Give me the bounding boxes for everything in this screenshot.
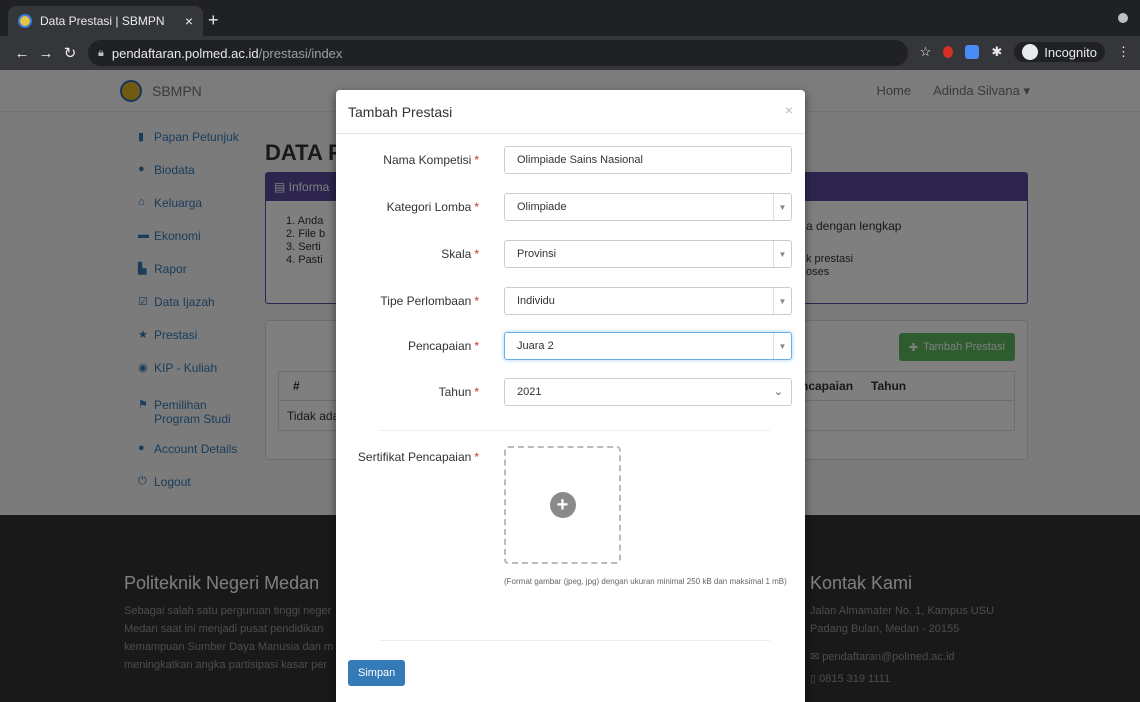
extension-icon[interactable] <box>943 46 954 58</box>
lock-icon: 🔒︎ <box>98 46 104 59</box>
plus-circle-icon: + <box>549 492 576 518</box>
menu-icon[interactable]: ⋮ <box>1117 44 1130 60</box>
reload-icon[interactable]: ↻ <box>58 44 82 62</box>
incognito-badge[interactable]: Incognito <box>1014 42 1105 62</box>
browser-tab[interactable]: Data Prestasi | SBMPN × <box>8 6 203 36</box>
incognito-label: Incognito <box>1044 44 1097 60</box>
modal-title: Tambah Prestasi <box>348 104 453 120</box>
record-icon[interactable] <box>1118 13 1128 23</box>
chevron-down-icon: ⌄ <box>773 386 783 398</box>
field-label: Sertifikat Pencapaian * <box>358 450 479 464</box>
url-path: /prestasi/index <box>258 45 343 61</box>
select-value: Juara 2 <box>517 340 554 352</box>
modal-header: Tambah Prestasi × <box>336 90 805 134</box>
required-mark: * <box>474 385 479 399</box>
field-label: Nama Kompetisi * <box>383 153 479 167</box>
tipe-perlombaan-select[interactable]: Individu ▼ <box>504 287 792 315</box>
extension-icon[interactable] <box>965 45 980 59</box>
tahun-select[interactable]: 2021 ⌄ <box>504 378 792 406</box>
page: SBMPN Home Adinda Silvana ▾ ▮Papan Petun… <box>0 70 1140 702</box>
label-text: Tipe Perlombaan <box>380 294 472 308</box>
required-mark: * <box>474 153 479 167</box>
form-row-kategori-lomba: Kategori Lomba * Olimpiade ▼ <box>336 193 805 221</box>
input-value: Olimpiade Sains Nasional <box>517 154 643 166</box>
certificate-upload-dropzone[interactable]: + <box>504 446 621 564</box>
tab-close-icon[interactable]: × <box>185 13 193 29</box>
label-text: Sertifikat Pencapaian <box>357 450 472 464</box>
required-mark: * <box>474 294 479 308</box>
label-text: Pencapaian <box>407 339 472 353</box>
tab-title: Data Prestasi | SBMPN <box>40 14 165 28</box>
bookmark-star-icon[interactable]: ☆ <box>920 44 932 60</box>
form-row-nama-kompetisi: Nama Kompetisi * Olimpiade Sains Nasional <box>336 146 805 174</box>
tambah-prestasi-modal: Tambah Prestasi × Nama Kompetisi * Olimpi… <box>336 90 805 702</box>
required-mark: * <box>474 450 479 464</box>
form-row-skala: Skala * Provinsi ▼ <box>336 240 805 268</box>
field-label: Skala * <box>441 247 479 261</box>
select-value: 2021 <box>517 386 542 398</box>
divider <box>380 640 770 641</box>
select-value: Provinsi <box>517 248 557 260</box>
required-mark: * <box>474 247 479 261</box>
incognito-icon <box>1022 44 1039 60</box>
caret-down-icon: ▼ <box>773 333 791 359</box>
caret-down-icon: ▼ <box>773 288 791 314</box>
pencapaian-select[interactable]: Juara 2 ▼ <box>504 332 792 360</box>
close-icon[interactable]: × <box>785 102 793 118</box>
skala-select[interactable]: Provinsi ▼ <box>504 240 792 268</box>
label-text: Skala <box>441 247 472 261</box>
required-mark: * <box>474 200 479 214</box>
label-text: Kategori Lomba <box>386 200 472 214</box>
new-tab-icon[interactable]: + <box>208 10 219 31</box>
browser-toolbar: ← → ↻ 🔒︎ pendaftaran.polmed.ac.id/presta… <box>0 36 1140 70</box>
form-row-pencapaian: Pencapaian * Juara 2 ▼ <box>336 332 805 360</box>
label-text: Nama Kompetisi <box>383 153 472 167</box>
puzzle-icon[interactable]: ✱ <box>991 44 1002 60</box>
form-row-tipe-perlombaan: Tipe Perlombaan * Individu ▼ <box>336 287 805 315</box>
url-host: pendaftaran.polmed.ac.id <box>111 45 259 61</box>
field-label: Tipe Perlombaan * <box>380 294 479 308</box>
divider <box>380 430 770 431</box>
upload-note: (Format gambar (jpeg, jpg) dengan ukuran… <box>504 577 787 586</box>
label-text: Tahun <box>438 385 472 399</box>
select-value: Olimpiade <box>517 201 567 213</box>
nama-kompetisi-input[interactable]: Olimpiade Sains Nasional <box>504 146 792 174</box>
back-icon[interactable]: ← <box>10 45 34 62</box>
field-label: Kategori Lomba * <box>387 200 479 214</box>
address-bar[interactable]: 🔒︎ pendaftaran.polmed.ac.id/prestasi/ind… <box>88 40 908 66</box>
save-button[interactable]: Simpan <box>348 660 406 686</box>
browser-tabbar: Data Prestasi | SBMPN × + <box>0 0 1140 36</box>
field-label: Tahun * <box>439 385 479 399</box>
forward-icon[interactable]: → <box>34 45 58 62</box>
kategori-lomba-select[interactable]: Olimpiade ▼ <box>504 193 792 221</box>
favicon-icon <box>18 14 32 28</box>
field-label: Pencapaian * <box>408 339 479 353</box>
select-value: Individu <box>517 295 555 307</box>
caret-down-icon: ▼ <box>773 194 791 220</box>
required-mark: * <box>474 339 479 353</box>
caret-down-icon: ▼ <box>773 241 791 267</box>
form-row-tahun: Tahun * 2021 ⌄ <box>336 378 805 406</box>
